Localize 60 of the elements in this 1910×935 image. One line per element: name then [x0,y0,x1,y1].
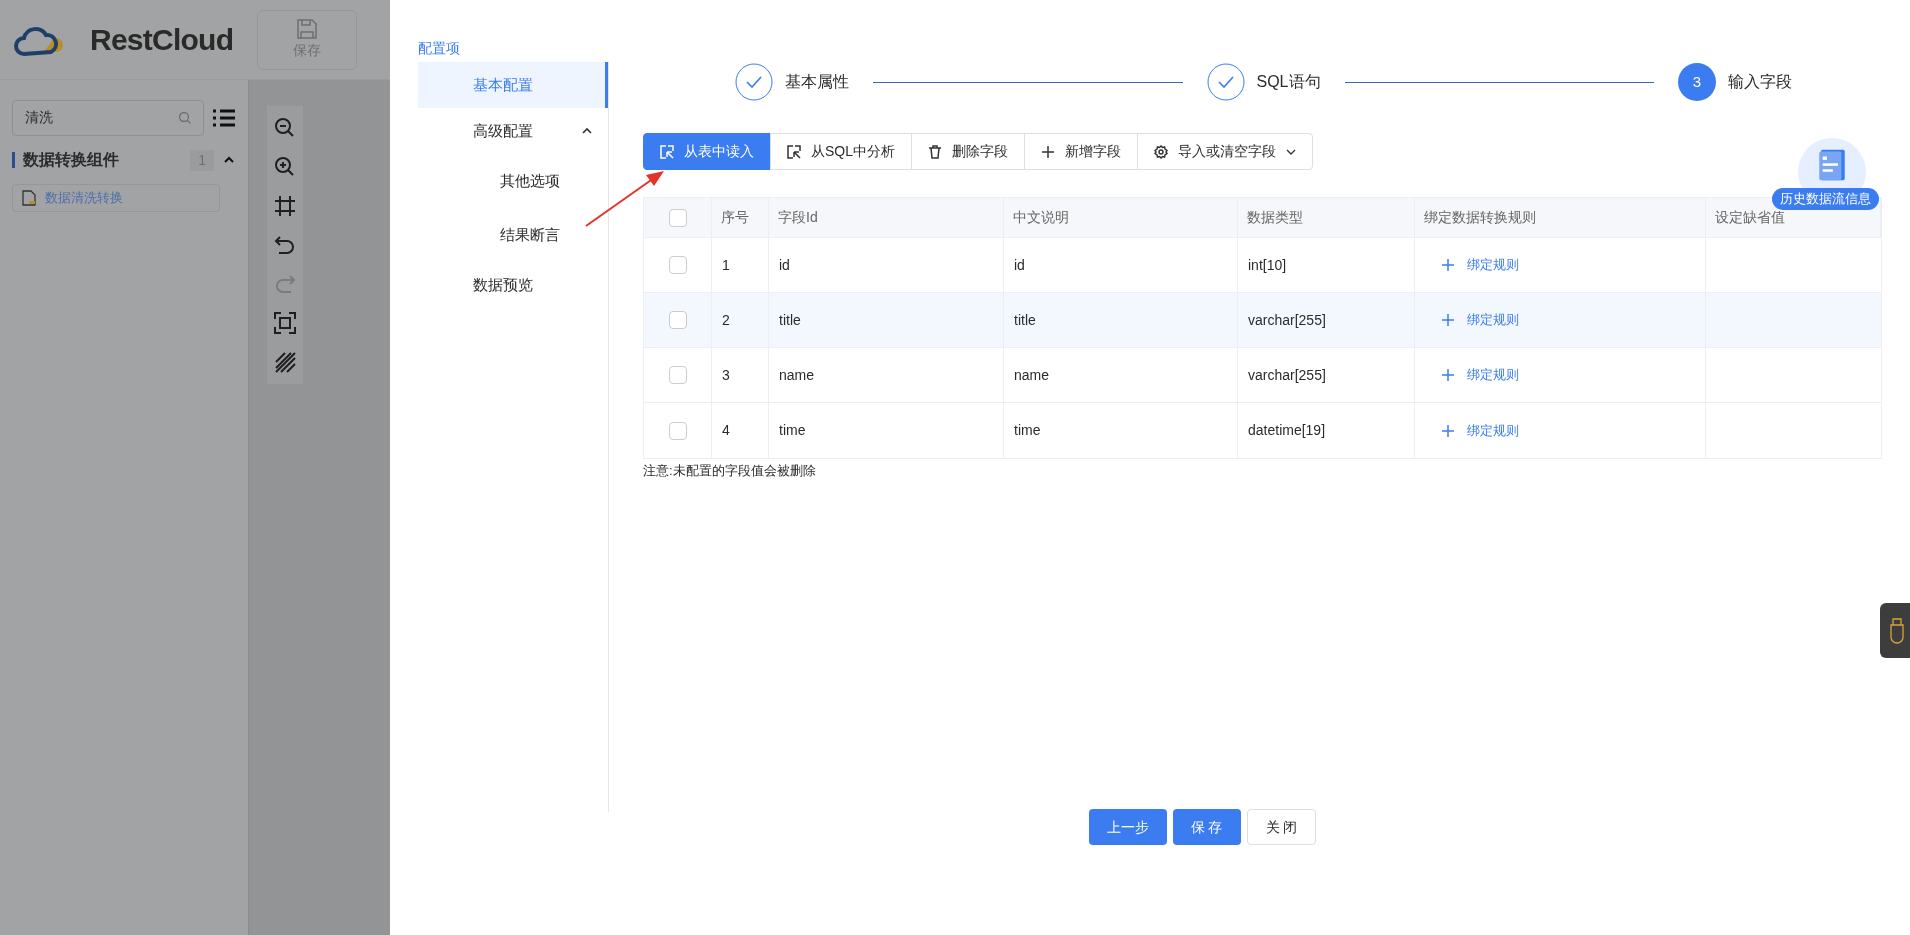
step-label: 输入字段 [1728,72,1792,92]
checkbox[interactable] [668,311,687,329]
logo-text: RestCloud [90,22,234,58]
side-widget[interactable] [1880,603,1910,658]
settings-icon [1154,144,1168,159]
bind-rule-link[interactable]: 绑定规则 [1441,420,1519,441]
footer-button[interactable]: 保 存 [1172,809,1241,845]
plus-icon [1441,423,1455,438]
plus-icon [1041,144,1055,159]
search-icon [178,111,192,125]
select-icon [660,144,674,159]
column-header: 设定缺省值 [1715,208,1785,227]
checkbox[interactable] [668,421,687,440]
list-icon[interactable] [212,108,236,128]
check-step-icon [1206,63,1245,101]
footer-button[interactable]: 关 闭 [1246,809,1317,845]
step-label: SQL语句 [1256,72,1321,92]
toolbar-button[interactable]: 从表中读入 [643,133,771,170]
checkbox[interactable] [668,208,687,227]
submenu-item[interactable]: 结果断言 [418,208,608,262]
fullscreen-icon[interactable] [273,311,297,335]
step-label: 基本属性 [785,72,849,92]
floppy-icon [296,18,319,40]
toolbar-button[interactable]: 删除字段 [911,133,1025,170]
select-icon [787,144,801,159]
bind-rule-link[interactable]: 绑定规则 [1441,255,1519,275]
column-header: 中文说明 [1013,208,1069,227]
plus-icon [1441,368,1455,382]
submenu-item[interactable]: 其他选项 [418,154,608,208]
plus-icon [1441,313,1455,327]
toolbar-button[interactable]: 新增字段 [1024,133,1138,170]
footer-button[interactable]: 上一步 [1088,809,1167,845]
fit-icon[interactable] [273,194,297,218]
history-badge[interactable]: 历史数据流信息 [1772,188,1879,210]
menu-title: 配置项 [418,39,461,58]
toolbar-button[interactable]: 从SQL中分析 [770,133,912,170]
checkbox[interactable] [668,256,687,274]
usb-drive-icon [1889,617,1905,644]
bind-rule-link[interactable]: 绑定规则 [1441,310,1519,330]
column-header: 字段Id [778,208,818,227]
hatch-icon[interactable] [273,350,297,374]
toolbar-button[interactable]: 导入或清空字段 [1137,133,1313,170]
menu-item[interactable]: 基本配置 [418,62,608,108]
checkbox[interactable] [668,366,687,384]
document-icon [1817,148,1847,182]
menu-item[interactable]: 数据预览 [418,262,608,308]
step-number: 3 [1678,63,1716,101]
column-header: 序号 [721,208,749,227]
document-icon [21,190,37,206]
plus-icon [1441,258,1455,272]
check-step-icon [735,63,773,101]
undo-icon[interactable] [273,233,297,257]
note-text: 注意:未配置的字段值会被删除 [643,462,817,480]
column-header: 绑定数据转换规则 [1424,208,1536,227]
trash-icon [928,144,942,159]
category-title: 数据转换组件 [23,150,120,170]
search-field[interactable]: 清洗 [12,100,204,136]
menu-item[interactable]: 高级配置 [418,108,608,154]
column-header: 数据类型 [1247,208,1303,227]
bind-rule-link[interactable]: 绑定规则 [1441,365,1519,385]
